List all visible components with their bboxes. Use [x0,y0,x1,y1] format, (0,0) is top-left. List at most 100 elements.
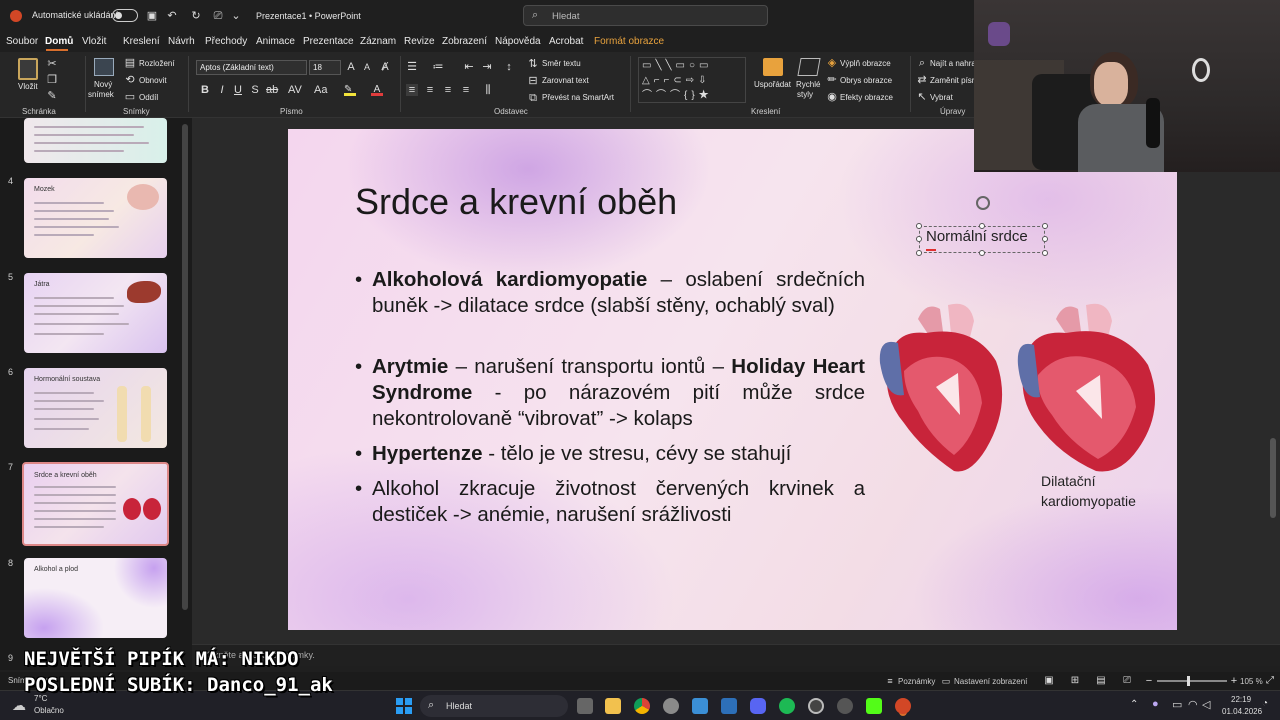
fit-to-window-icon[interactable]: ⤢ [1264,675,1276,687]
slideshow-icon[interactable]: ⎚ [1121,675,1133,687]
tab-navrh[interactable]: Návrh [168,36,195,47]
clear-format-icon[interactable]: Ⱥ [379,61,391,73]
undo-icon[interactable]: ↶ [166,10,178,22]
grow-font-icon[interactable]: A [345,61,357,73]
tab-acrobat[interactable]: Acrobat [549,36,583,47]
rotate-handle-icon[interactable] [976,196,990,210]
strikethrough-icon[interactable]: ab [266,84,278,96]
discord-icon[interactable] [750,698,766,714]
slide-thumbnail-7-selected[interactable]: Srdce a krevní oběh [22,462,169,546]
resize-handle[interactable] [1042,250,1048,256]
font-color-icon[interactable]: A [371,84,383,96]
slide-thumbnail-5[interactable]: Játra [24,273,167,353]
highlight-icon[interactable]: ✎ [344,84,356,96]
clock-time[interactable]: 22:19 [1231,695,1251,704]
slide-thumbnail-8[interactable]: Alkohol a plod [24,558,167,638]
tab-prechody[interactable]: Přechody [205,36,247,47]
file-explorer-icon[interactable] [605,698,621,714]
bullet-1[interactable]: • Alkoholová kardiomyopatie – oslabení s… [355,267,865,319]
xbox-icon[interactable] [837,698,853,714]
new-slide-label-2[interactable]: snímek [88,90,114,99]
clock-date[interactable]: 01.04.2026 [1222,707,1262,716]
redo-icon[interactable]: ↻ [190,10,202,22]
cut-icon[interactable]: ✂ [46,58,58,70]
section-button[interactable]: Oddíl [139,93,158,102]
obs-icon[interactable] [808,698,824,714]
chrome-icon[interactable] [634,698,650,714]
layout-button[interactable]: Rozložení [139,59,175,68]
decrease-indent-icon[interactable]: ⇤ [463,61,475,73]
taskbar-search[interactable]: ⌕ Hledat [420,695,568,717]
current-slide[interactable]: Srdce a krevní oběh • Alkoholová kardiom… [288,129,1177,630]
search-box[interactable]: ⌕ Hledat [523,5,768,26]
shape-outline-button[interactable]: Obrys obrazce [840,76,892,85]
wifi-icon[interactable]: ◠ [1188,698,1198,711]
text-direction-button[interactable]: Směr textu [542,59,581,68]
thumbnail-scrollbar[interactable] [182,124,188,610]
tab-domu[interactable]: Domů [45,36,73,47]
tab-zaznam[interactable]: Záznam [360,36,396,47]
zoom-in-icon[interactable]: + [1228,675,1240,687]
spotify-icon[interactable] [779,698,795,714]
mic-icon[interactable]: ● [1152,698,1159,710]
font-name-select[interactable]: Aptos (Základní text) [196,60,307,75]
paste-button[interactable]: Vložit [18,82,38,91]
resize-handle[interactable] [979,250,985,256]
save-icon[interactable]: ▣ [146,10,158,22]
slide-thumbnail-6[interactable]: Hormonální soustava [24,368,167,448]
normal-heart-image[interactable] [878,299,1014,479]
store-icon[interactable] [721,698,737,714]
align-left-icon[interactable]: ≡ [406,84,418,96]
copy-icon[interactable]: ❐ [46,74,58,86]
find-button[interactable]: Najít a nahra [930,59,976,68]
resize-handle[interactable] [916,236,922,242]
spacing-icon[interactable]: AV [288,84,302,96]
normal-view-icon[interactable]: ▣ [1043,675,1055,687]
resize-handle[interactable] [916,250,922,256]
present-icon[interactable]: ⎚ [212,10,224,22]
dilated-heart-image[interactable] [1016,299,1164,479]
slide-sorter-icon[interactable]: ⊞ [1069,675,1081,687]
quick-styles-label-1[interactable]: Rychlé [796,80,820,89]
tab-prezentace[interactable]: Prezentace [303,36,354,47]
quick-styles-icon[interactable] [797,58,821,76]
tab-napoveda[interactable]: Nápověda [495,36,541,47]
tab-soubor[interactable]: Soubor [6,36,38,47]
task-view-icon[interactable] [577,698,593,714]
select-button[interactable]: Vybrat [930,93,953,102]
battery-icon[interactable]: ▭ [1172,698,1182,711]
slide-thumbnail-4[interactable]: Mozek [24,178,167,258]
bullet-2[interactable]: • Arytmie – narušení transportu iontů – … [355,354,865,432]
slide-title[interactable]: Srdce a krevní oběh [355,181,677,223]
bullet-3[interactable]: • Hypertenze - tělo je ve stresu, cévy s… [355,441,865,467]
resize-handle[interactable] [1042,223,1048,229]
reset-button[interactable]: Obnovit [139,76,167,85]
shape-effects-button[interactable]: Efekty obrazce [840,93,893,102]
bullet-4[interactable]: • Alkohol zkracuje životnost červených k… [355,476,865,528]
zoom-level[interactable]: 105 % [1240,677,1263,686]
shrink-font-icon[interactable]: A [361,61,373,73]
numbering-icon[interactable]: ≔ [432,61,444,73]
slide-thumbnail-3[interactable] [24,118,167,163]
quick-styles-label-2[interactable]: styly [797,90,813,99]
font-size-select[interactable]: 18 [309,60,341,75]
reading-view-icon[interactable]: ▤ [1095,675,1107,687]
resize-handle[interactable] [1042,236,1048,242]
shape-fill-button[interactable]: Výplň obrazce [840,59,891,68]
photos-icon[interactable] [692,698,708,714]
format-painter-icon[interactable]: ✎ [46,90,58,102]
notes-pane[interactable]: Klikněte a vložte poznámky. [192,644,1280,666]
kick-icon[interactable] [866,698,882,714]
tab-vlozit[interactable]: Vložit [82,36,106,47]
smartart-button[interactable]: Převést na SmartArt [542,93,614,102]
zoom-slider[interactable] [1157,676,1227,686]
justify-icon[interactable]: ≡ [460,84,472,96]
tab-revize[interactable]: Revize [404,36,435,47]
tray-chevron-icon[interactable]: ⌃ [1130,699,1138,710]
zoom-out-icon[interactable]: − [1143,675,1155,687]
autosave-toggle[interactable] [112,9,138,22]
tab-kresleni[interactable]: Kreslení [123,36,160,47]
line-spacing-icon[interactable]: ↕ [503,61,515,73]
arrange-button[interactable]: Uspořádat [754,80,791,89]
italic-icon[interactable]: I [216,84,228,96]
